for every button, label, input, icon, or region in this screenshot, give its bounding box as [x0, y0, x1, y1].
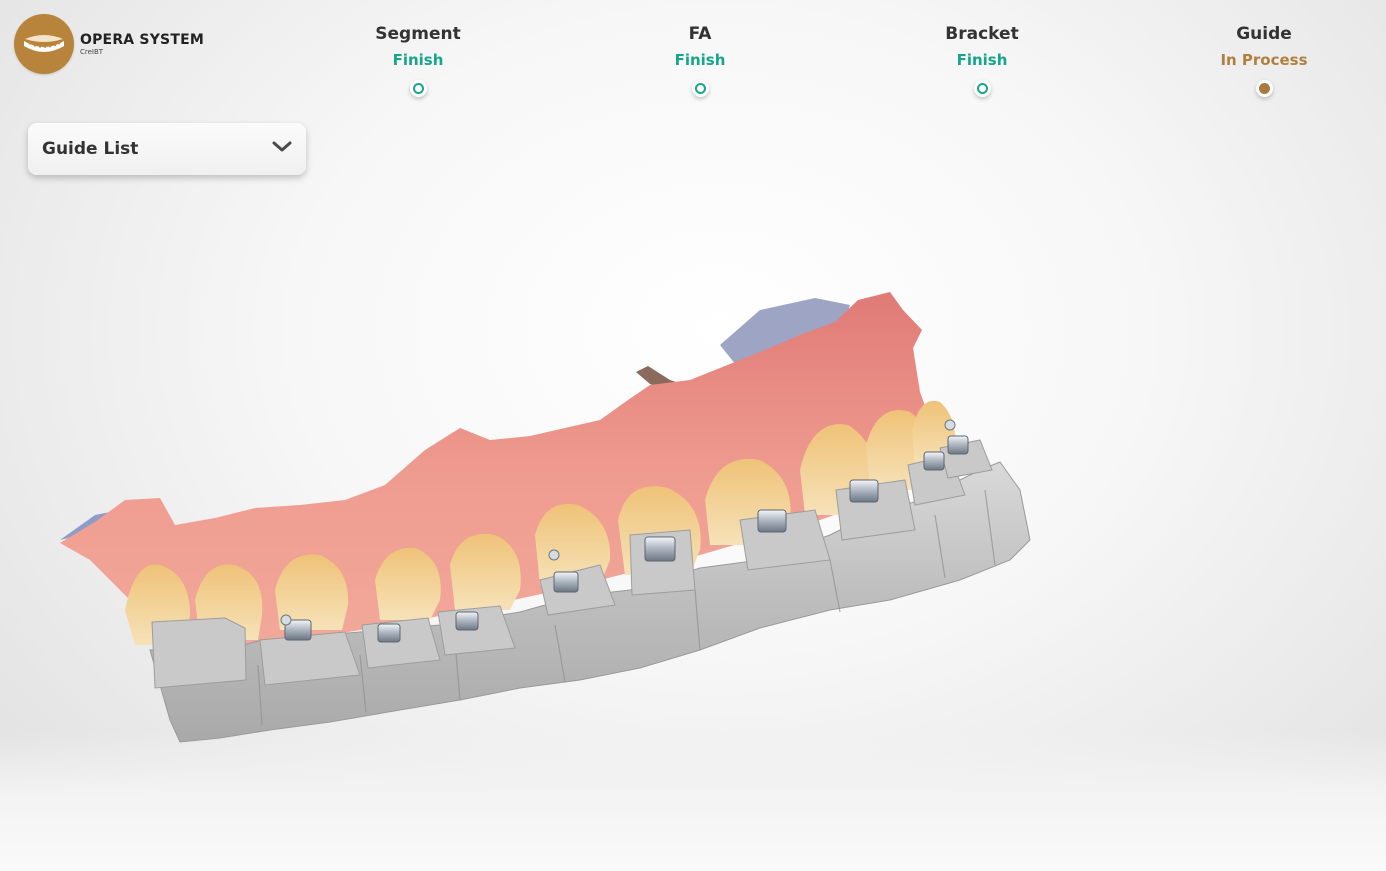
dental-model-viewport[interactable] [0, 0, 1386, 871]
